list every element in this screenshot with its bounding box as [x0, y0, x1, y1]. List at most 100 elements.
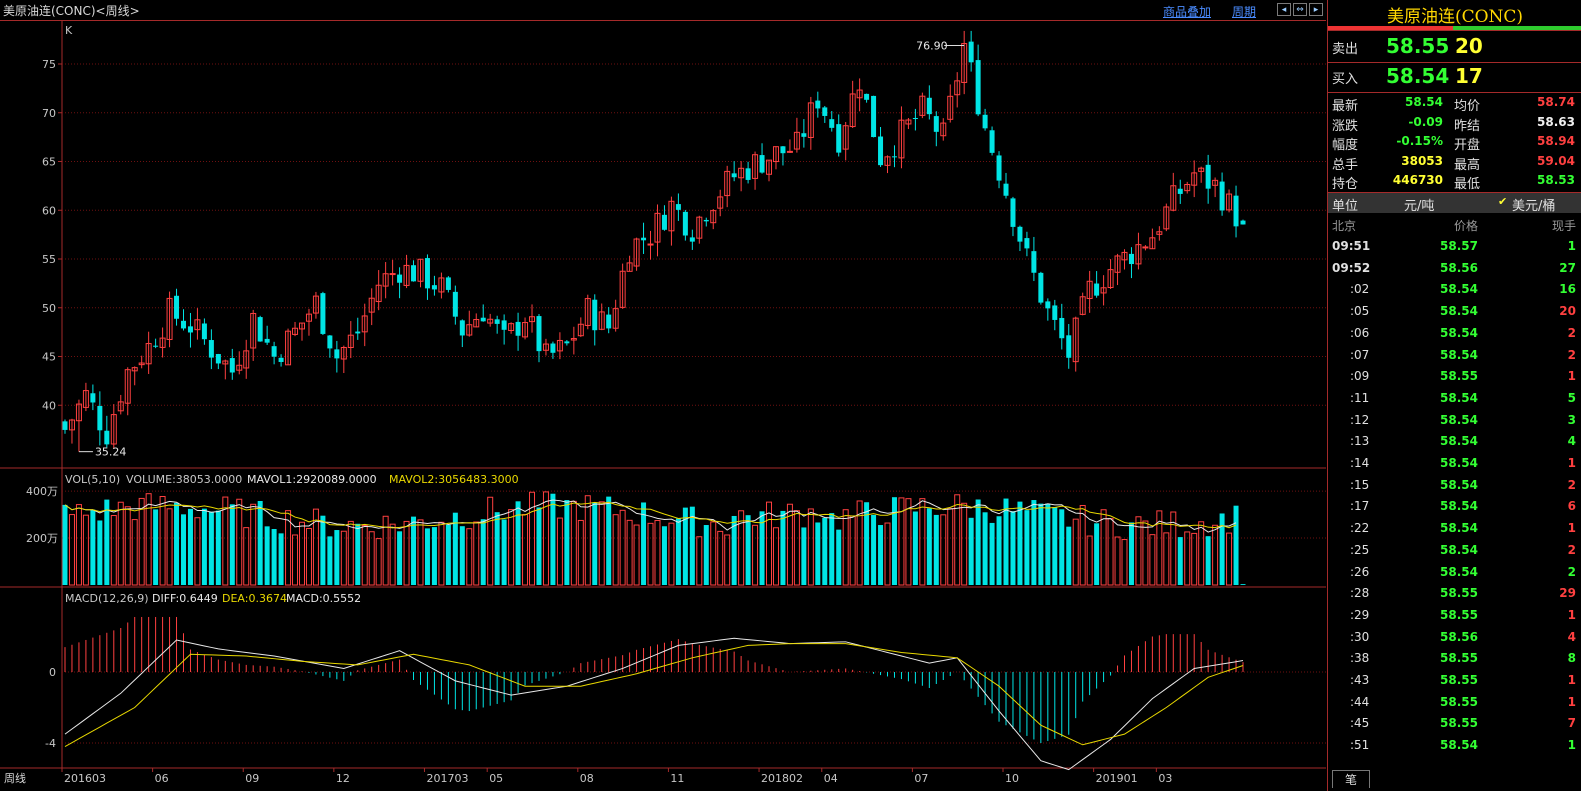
volume-bar — [975, 499, 981, 585]
buy-qty: 17 — [1455, 64, 1483, 88]
candle-body — [334, 349, 340, 359]
volume-bar — [368, 531, 375, 586]
tick-row: :14 58.54 1 — [1328, 453, 1581, 475]
tick-row: 09:52 58.56 27 — [1328, 258, 1581, 280]
volume-bar — [1128, 522, 1134, 585]
tick-qty: 6 — [1567, 499, 1576, 514]
volume-bar — [194, 517, 201, 586]
tick-qty: 1 — [1567, 521, 1576, 536]
macd-legend-dea: DEA:0.3674 — [222, 592, 287, 605]
candle-body — [480, 317, 486, 322]
volume-bar — [1031, 500, 1037, 585]
volume-bar — [250, 503, 257, 586]
volume-bar — [97, 520, 103, 585]
candle-body — [320, 293, 326, 334]
candle-body — [661, 214, 667, 230]
candle-body — [62, 421, 68, 430]
tick-price: 58.55 — [1440, 694, 1478, 709]
tick-qty: 1 — [1567, 694, 1576, 709]
volume-bar — [912, 511, 918, 585]
stat-value: -0.09 — [1408, 114, 1443, 129]
candle-body — [264, 338, 270, 343]
volume-bar — [1045, 503, 1051, 585]
kline-chart[interactable]: 75 70 65 60 55 50 45 40 K 76.90 35.24 400万 200万 VOL(5… — [0, 0, 1326, 791]
volume-bar — [793, 510, 800, 586]
unit-alt[interactable]: 美元/桶 — [1512, 195, 1555, 214]
candle-body — [229, 358, 235, 373]
volume-bar — [668, 522, 675, 586]
volume-bar — [1100, 509, 1107, 586]
tick-time: :25 — [1350, 542, 1370, 557]
candle-body — [1219, 181, 1225, 211]
volume-bar — [1003, 498, 1009, 585]
tick-price: 58.54 — [1440, 738, 1478, 753]
tick-time: :11 — [1350, 390, 1370, 405]
volume-bar — [1107, 518, 1114, 586]
candle-body — [689, 237, 695, 242]
volume-bar — [522, 514, 529, 586]
stat-value: -0.15% — [1396, 134, 1443, 148]
volume-bar — [919, 498, 926, 586]
price-tick-label: 50 — [42, 302, 56, 315]
volume-bar — [584, 495, 591, 586]
volume-bar — [508, 509, 515, 586]
tick-price: 58.55 — [1440, 369, 1478, 384]
volume-bar — [153, 509, 159, 585]
volume-bar — [1010, 511, 1016, 585]
x-tick-label: 08 — [580, 772, 594, 785]
tick-price: 58.54 — [1440, 325, 1478, 340]
volume-bar — [1233, 505, 1239, 585]
volume-bar — [166, 508, 173, 586]
volume-bar — [397, 531, 403, 585]
quote-panel: 美原油连(CONC) 卖出 58.55 20 买入 58.54 17 最新 58.… — [1327, 0, 1581, 791]
stat-value: 58.74 — [1537, 95, 1575, 109]
tick-row: :51 58.54 1 — [1328, 735, 1581, 757]
volume-bar — [703, 525, 709, 585]
volume-bar — [215, 510, 221, 585]
check-icon: ✔ — [1498, 195, 1508, 208]
volume-bar — [1177, 537, 1183, 585]
volume-bar — [236, 498, 243, 586]
candle-body — [536, 316, 542, 352]
price-tick-label: 40 — [42, 399, 56, 412]
volume-bar — [724, 534, 731, 586]
price-tick-label: 65 — [42, 156, 56, 169]
volume-bar — [424, 528, 430, 585]
candle-body — [968, 41, 974, 63]
candlestick-series — [62, 30, 1246, 452]
volume-bar — [1191, 532, 1198, 586]
volume-bar — [1184, 531, 1191, 586]
volume-bar — [62, 504, 68, 585]
volume-bar — [836, 529, 842, 585]
volume-bar — [1052, 507, 1058, 585]
tick-price: 58.56 — [1440, 629, 1478, 644]
x-tick-label: 12 — [336, 772, 350, 785]
tick-time: :06 — [1350, 325, 1370, 340]
period-name-label: 周线 — [4, 771, 26, 785]
x-tick-label: 201901 — [1096, 772, 1138, 785]
unit-label: 单位 — [1332, 199, 1359, 214]
volume-bar — [515, 501, 521, 585]
volume-bar — [229, 504, 235, 585]
volume-bar — [174, 502, 180, 585]
candle-body — [1066, 335, 1072, 358]
vol-legend-volume: VOLUME:38053.0000 — [126, 473, 242, 486]
tick-tab[interactable]: 笔 — [1332, 770, 1370, 788]
candle-body — [90, 393, 96, 403]
volume-bar — [1079, 504, 1086, 586]
macd-tick-label: 0 — [49, 666, 56, 679]
stat-label: 昨结 — [1454, 118, 1481, 134]
unit-value[interactable]: 元/吨 — [1404, 195, 1434, 214]
candle-body — [1177, 188, 1183, 194]
stat-label: 总手 — [1332, 157, 1359, 173]
stat-label: 开盘 — [1454, 138, 1481, 153]
candle-body — [996, 155, 1002, 181]
tick-row: :12 58.54 3 — [1328, 410, 1581, 432]
tick-time: :28 — [1350, 586, 1370, 601]
volume-bar — [606, 496, 612, 585]
tick-header: 北京 价格 现手 — [1328, 214, 1581, 236]
x-tick-label: 06 — [155, 772, 169, 785]
candle-body — [208, 340, 214, 358]
volume-bar — [772, 527, 779, 586]
candle-body — [459, 320, 465, 336]
